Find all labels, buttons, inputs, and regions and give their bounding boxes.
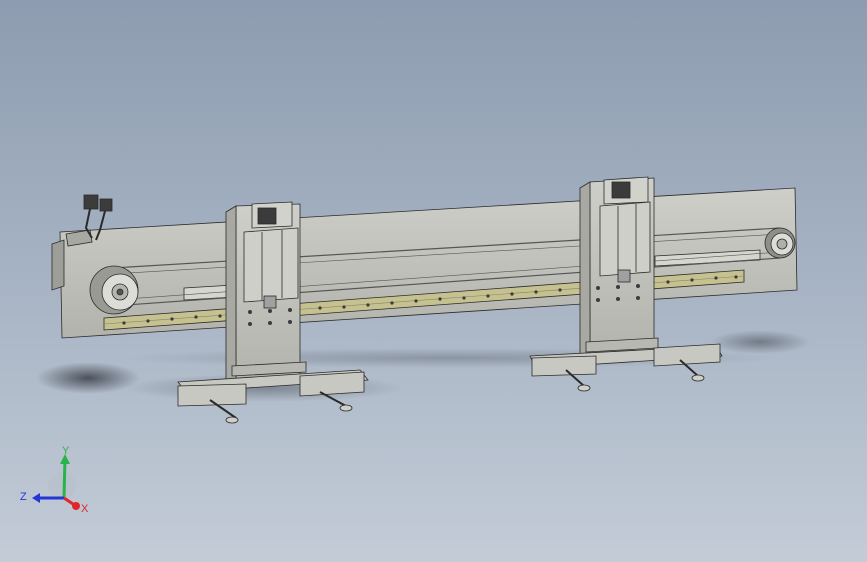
x-axis-label: X	[81, 503, 89, 515]
z-axis-label: Z	[20, 491, 27, 503]
y-axis-label: Y	[62, 445, 70, 457]
right-pulley[interactable]	[764, 227, 796, 259]
cad-viewport[interactable]	[0, 0, 867, 562]
coordinate-triad[interactable]: Y Z X	[14, 440, 94, 520]
z-axis-arrowhead	[32, 493, 40, 503]
left-support-stand[interactable]	[225, 201, 301, 389]
x-axis-arrowhead	[72, 502, 80, 510]
triad-sphere	[48, 472, 76, 500]
model-shadows	[36, 330, 810, 402]
left-pulley[interactable]	[89, 265, 139, 315]
right-support-stand[interactable]	[579, 176, 655, 363]
